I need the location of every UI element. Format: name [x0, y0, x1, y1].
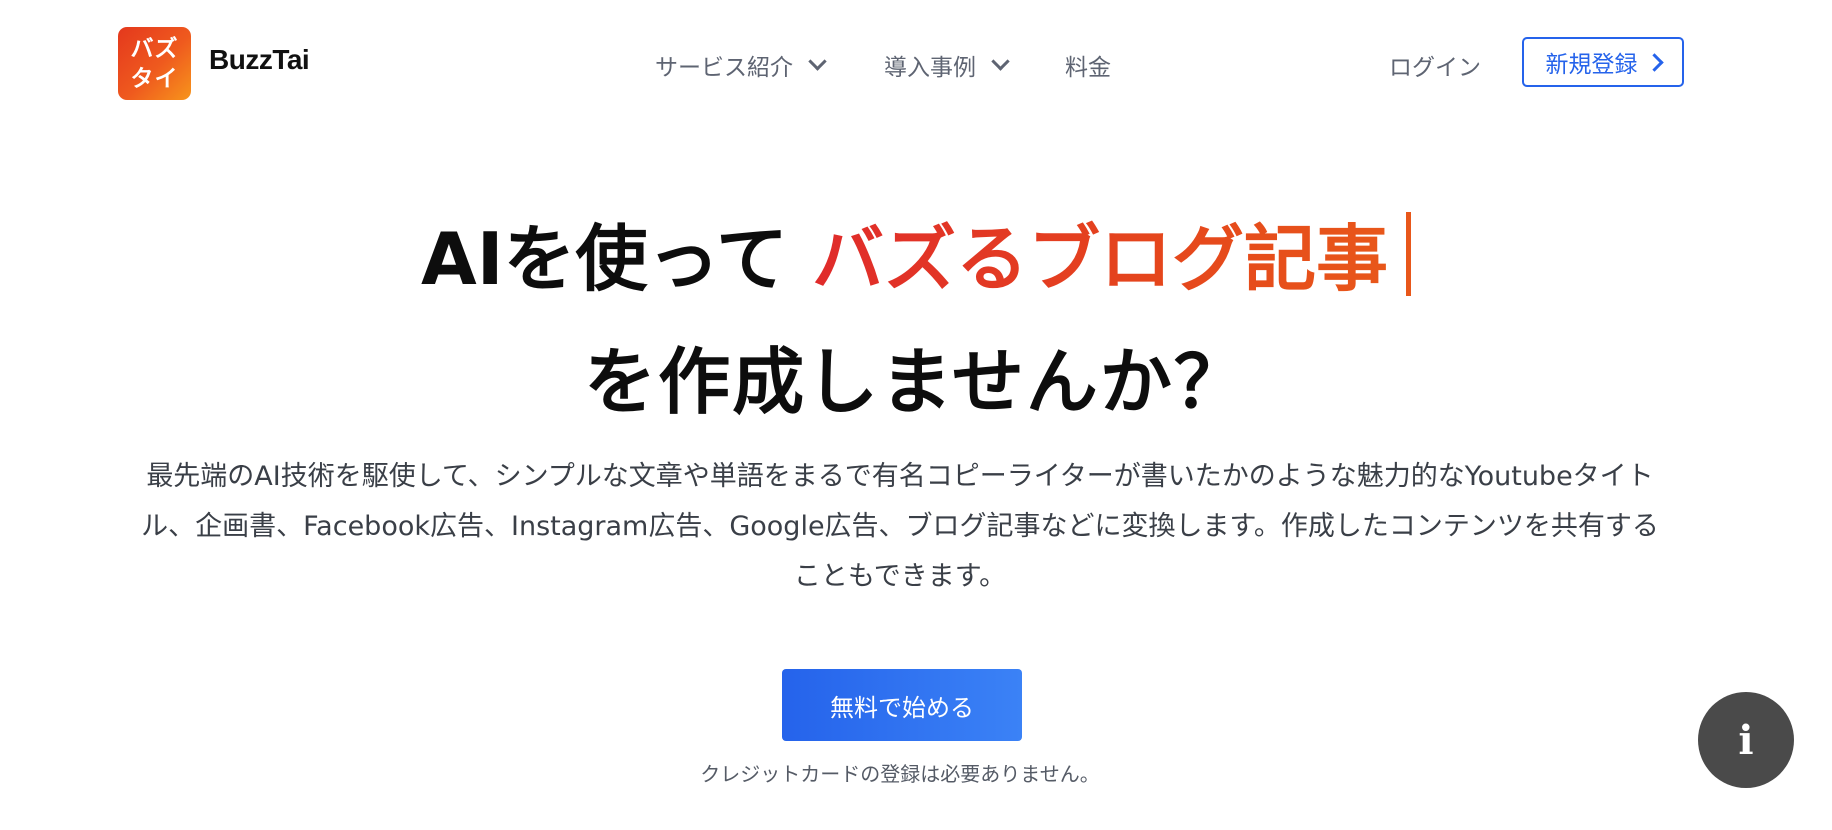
chevron-down-icon	[991, 51, 1010, 71]
nav-item-pricing[interactable]: 料金	[1065, 48, 1111, 82]
logo-line-2: タイ	[130, 65, 179, 92]
nav-item-service[interactable]: サービス紹介	[655, 48, 827, 82]
signup-label: 新規登録	[1545, 52, 1638, 78]
no-credit-card-note: クレジットカードの登録は必要ありません。	[700, 762, 1100, 786]
landing-page: バズ タイ BuzzTai サービス紹介 導入事例 料金 ログイン 新規登録 A…	[0, 0, 1832, 830]
hero-title-line-2: を作成しませんか？	[584, 340, 1248, 424]
login-link[interactable]: ログイン	[1389, 48, 1481, 82]
hero-title-line-1: AIを使って バズるブログ記事	[0, 200, 1832, 305]
info-button[interactable]: i	[1698, 692, 1794, 788]
start-free-button[interactable]: 無料で始める	[782, 669, 1022, 741]
hero-title-prefix: AIを使って	[421, 217, 788, 301]
logo-line-1: バズ	[130, 35, 179, 62]
info-icon: i	[1738, 716, 1754, 764]
nav-item-label: 導入事例	[884, 55, 976, 81]
hero-description: 最先端のAI技術を駆使して、シンプルな文章や単語をまるで有名コピーライターが書い…	[141, 461, 1659, 592]
hero-title-accent: バズるブログ記事	[811, 217, 1388, 301]
nav-item-label: 料金	[1065, 55, 1111, 81]
logo[interactable]: バズ タイ	[118, 27, 191, 100]
typing-cursor	[1405, 212, 1411, 296]
chevron-down-icon	[808, 51, 827, 71]
nav-item-label: サービス紹介	[655, 55, 793, 81]
signup-button[interactable]: 新規登録	[1522, 37, 1684, 87]
chevron-right-icon	[1644, 52, 1664, 72]
brand-name[interactable]: BuzzTai	[209, 44, 310, 76]
nav-item-cases[interactable]: 導入事例	[884, 48, 1010, 82]
